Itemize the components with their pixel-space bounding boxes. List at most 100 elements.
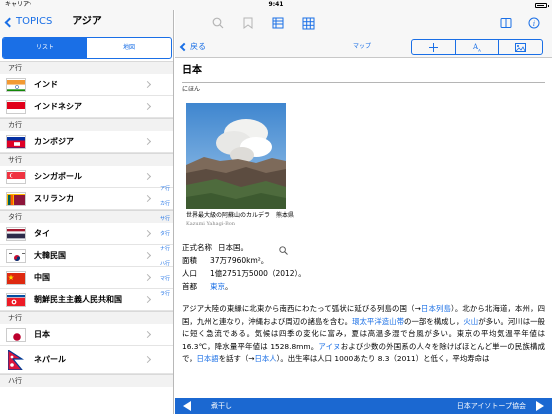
north-korea-flag-icon xyxy=(6,293,26,307)
para-text: を話す（→ xyxy=(218,354,255,363)
para-text: の一部を構成し， xyxy=(404,316,464,326)
list-item-thailand[interactable]: タイ xyxy=(0,223,173,245)
grid-icon[interactable] xyxy=(299,14,317,32)
link-japanese-people[interactable]: 日本人 xyxy=(254,354,276,363)
add-icon[interactable] xyxy=(412,40,456,54)
index-na[interactable]: ナ行 xyxy=(156,242,173,257)
chevron-right-icon xyxy=(143,194,152,203)
fact-row: 面積 37万7960km²。 xyxy=(182,254,545,267)
chevron-right-icon xyxy=(143,295,152,304)
list-item-label: 大韓民国 xyxy=(34,251,66,260)
index-ka[interactable]: カ行 xyxy=(156,197,173,212)
status-bar: キャリア ◠ 9:41 xyxy=(0,0,552,10)
index-ma[interactable]: マ行 xyxy=(156,272,173,287)
previous-article-label[interactable]: 煮干し xyxy=(211,398,232,414)
list-item-sri-lanka[interactable]: スリランカ xyxy=(0,188,173,210)
section-header: サ行 xyxy=(0,153,173,166)
india-flag-icon xyxy=(6,78,26,92)
chevron-right-icon xyxy=(143,80,152,89)
link-pacific-orogenic-belt[interactable]: 環太平洋造山帯 xyxy=(352,317,404,326)
list-item-label: インド xyxy=(34,80,58,89)
list-item-south-korea[interactable]: 大韓民国 xyxy=(0,245,173,267)
section-header: ア行 xyxy=(0,61,173,74)
list-item-india[interactable]: インド xyxy=(0,74,173,96)
map-link[interactable]: マップ xyxy=(353,39,371,55)
article-paragraph: アジア大陸の東縁に北東から南西にわたって弧状に延びる列島の国（→日本列島）。北か… xyxy=(182,303,545,366)
chevron-right-icon xyxy=(143,251,152,260)
fact-row: 人口 1億2751万5000（2012）。 xyxy=(182,267,545,280)
section-header: ナ行 xyxy=(0,311,173,324)
search-icon[interactable] xyxy=(209,14,227,32)
index-ha[interactable]: ハ行 xyxy=(156,257,173,272)
clock: 9:41 xyxy=(268,1,284,8)
index-ra[interactable]: ラ行 xyxy=(156,287,173,302)
next-article-label[interactable]: 日本アイソトープ協会 xyxy=(457,398,526,414)
article-photo[interactable] xyxy=(186,103,286,209)
chevron-right-icon xyxy=(143,229,152,238)
article-navbar: 戻る マップ AA xyxy=(175,36,552,58)
section-header: ハ行 xyxy=(0,374,173,387)
link-ainu[interactable]: アイヌ xyxy=(318,342,340,351)
section-header: タ行 xyxy=(0,210,173,223)
fact-key: 面積 xyxy=(182,256,197,265)
battery-icon xyxy=(535,3,549,8)
link-japanese-archipelago[interactable]: 日本列島 xyxy=(421,304,451,313)
country-list-panel: TOPICS アジア リスト 地図 ア行 インド インドネシア カ行 カンボジア… xyxy=(0,10,174,414)
thailand-flag-icon xyxy=(6,227,26,241)
list-item-label: スリランカ xyxy=(34,194,74,203)
back-label: 戻る xyxy=(190,42,206,51)
index-ta[interactable]: タ行 xyxy=(156,227,173,242)
svg-text:i: i xyxy=(533,20,535,28)
info-icon[interactable]: i xyxy=(525,14,543,32)
chevron-left-icon xyxy=(179,42,189,52)
para-text: アジア大陸の東縁に北東から南西にわたって弧状に延びる列島の国（→ xyxy=(182,304,421,313)
list-item-singapore[interactable]: シンガポール xyxy=(0,166,173,188)
image-icon[interactable] xyxy=(499,40,542,54)
chevron-right-icon xyxy=(143,137,152,146)
photo-credit: Kazumi Yahagi-Bon xyxy=(186,221,235,227)
section-index: ア行 カ行 サ行 タ行 ナ行 ハ行 マ行 ラ行 xyxy=(156,182,173,302)
sri-lanka-flag-icon xyxy=(6,192,26,206)
list-icon[interactable] xyxy=(269,14,287,32)
next-article-icon[interactable] xyxy=(536,401,544,411)
segment-list[interactable]: リスト xyxy=(3,38,87,58)
chevron-right-icon xyxy=(143,273,152,282)
list-item-china[interactable]: 中国 xyxy=(0,267,173,289)
index-sa[interactable]: サ行 xyxy=(156,212,173,227)
fact-row: 正式名称 日本国。 xyxy=(182,241,545,254)
list-item-nepal[interactable]: ネパール xyxy=(0,346,173,374)
list-item-label: タイ xyxy=(34,229,50,238)
article-title: 日本 xyxy=(182,65,202,76)
list-item-label: カンボジア xyxy=(34,137,74,146)
split-view-icon[interactable] xyxy=(497,14,515,32)
previous-article-icon[interactable] xyxy=(183,401,191,411)
list-item-japan[interactable]: 日本 xyxy=(0,324,173,346)
link-japanese-language[interactable]: 日本語 xyxy=(197,354,219,363)
japan-flag-icon xyxy=(6,328,26,342)
left-navbar: TOPICS アジア xyxy=(0,10,173,38)
list-item-north-korea[interactable]: 朝鮮民主主義人民共和国 xyxy=(0,289,173,311)
list-map-segmented-control: リスト 地図 xyxy=(2,37,172,59)
facts-block: 正式名称 日本国。 面積 37万7960km²。 人口 1億2751万5000（… xyxy=(182,241,545,293)
list-item-label: ネパール xyxy=(34,355,66,364)
chevron-right-icon xyxy=(143,355,152,364)
fact-value: 37万7960km²。 xyxy=(210,256,269,265)
capital-link[interactable]: 東京 xyxy=(210,280,225,293)
link-volcano[interactable]: 火山 xyxy=(463,317,478,326)
fact-value: 。 xyxy=(225,282,233,291)
back-button[interactable]: 戻る xyxy=(179,39,206,55)
chevron-right-icon xyxy=(143,102,152,111)
font-size-icon[interactable]: AA xyxy=(456,40,500,54)
article-reading: にほん xyxy=(182,86,201,93)
singapore-flag-icon xyxy=(6,170,26,184)
list-item-label: 朝鮮民主主義人民共和国 xyxy=(34,295,122,304)
index-a[interactable]: ア行 xyxy=(156,182,173,197)
list-item-indonesia[interactable]: インドネシア xyxy=(0,96,173,118)
zoom-icon[interactable] xyxy=(279,246,288,255)
list-item-cambodia[interactable]: カンボジア xyxy=(0,131,173,153)
cambodia-flag-icon xyxy=(6,135,26,149)
top-toolbar: i xyxy=(175,10,552,36)
bookmark-icon[interactable] xyxy=(239,14,257,32)
segment-map[interactable]: 地図 xyxy=(87,38,171,58)
fact-key: 人口 xyxy=(182,269,197,278)
